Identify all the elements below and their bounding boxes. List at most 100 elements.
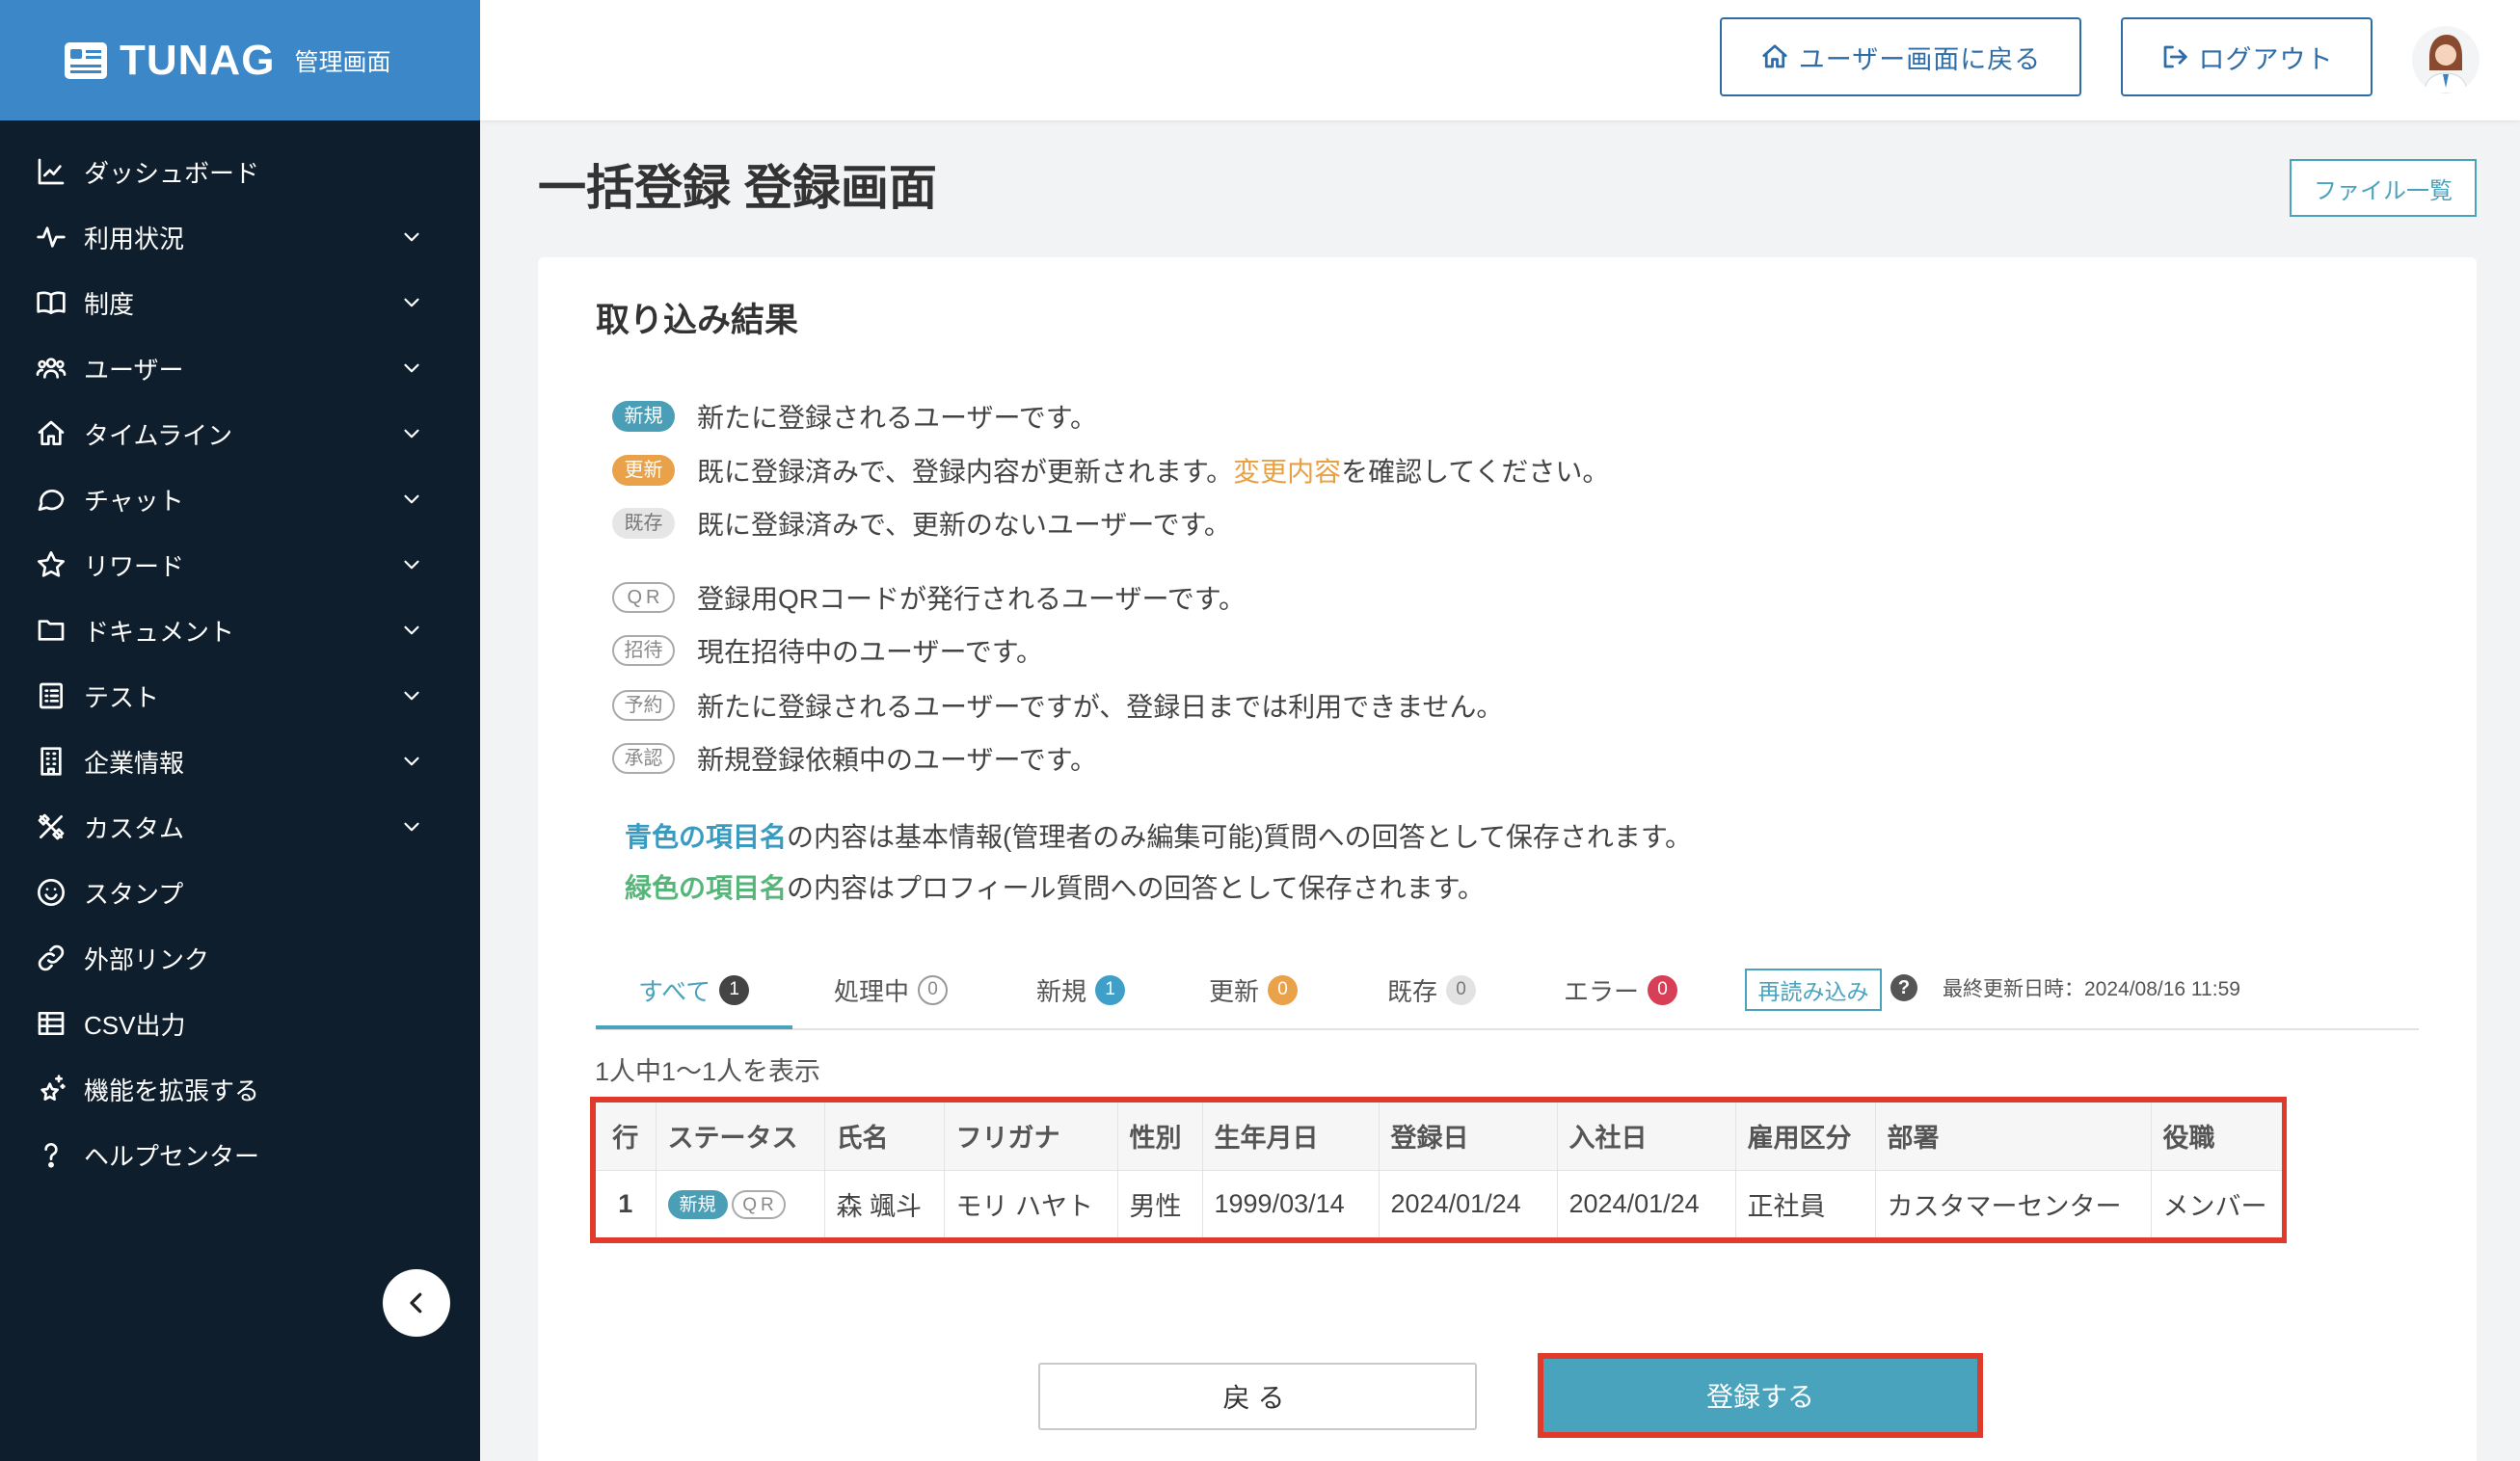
sidebar-item-label: リワード bbox=[84, 551, 185, 581]
activity-icon bbox=[36, 222, 67, 252]
sidebar-collapse-button[interactable] bbox=[383, 1269, 450, 1337]
chat-bubble-icon bbox=[36, 484, 67, 515]
sidebar-item-reward[interactable]: リワード bbox=[0, 532, 480, 598]
last-updated-text: 最終更新日時：2024/08/16 11:59 bbox=[1943, 978, 2240, 1000]
sidebar-item-dashboard[interactable]: ダッシュボード bbox=[0, 139, 480, 204]
tab-label: 更新 bbox=[1209, 976, 1260, 1006]
tools-icon bbox=[36, 811, 67, 842]
cell-department: カスタマーセンター bbox=[1875, 1170, 2152, 1237]
legend-item: 新規 新たに登録されるユーザーです。 bbox=[612, 397, 1097, 436]
sidebar-item-label: ユーザー bbox=[84, 355, 184, 385]
star-icon bbox=[36, 549, 67, 580]
status-badge-qr: QR bbox=[612, 582, 675, 613]
users-icon bbox=[36, 353, 67, 384]
chevron-down-icon bbox=[399, 749, 424, 774]
count-badge: 0 bbox=[1648, 974, 1678, 1005]
back-to-user-screen-button[interactable]: ユーザー画面に戻る bbox=[1720, 17, 2081, 96]
tab-label: 処理中 bbox=[834, 976, 910, 1006]
sidebar-item-documents[interactable]: ドキュメント bbox=[0, 598, 480, 663]
chart-icon bbox=[36, 156, 67, 187]
pagination-summary: 1人中1～1人を表示 bbox=[595, 1057, 821, 1086]
legend-item: 予約 新たに登録されるユーザーですが、登録日までは利用できません。 bbox=[612, 686, 1503, 725]
chevron-down-icon bbox=[399, 356, 424, 381]
column-header-registration-date: 登録日 bbox=[1379, 1102, 1558, 1171]
tab-label: 既存 bbox=[1387, 976, 1438, 1006]
status-badge-existing: 既存 bbox=[612, 508, 675, 539]
chevron-down-icon bbox=[399, 552, 424, 577]
sidebar-item-extensions[interactable]: 機能を拡張する bbox=[0, 1056, 480, 1122]
sidebar-item-usage[interactable]: 利用状況 bbox=[0, 204, 480, 270]
note-text: の内容は基本情報(管理者のみ編集可能)質問への回答として保存されます。 bbox=[787, 822, 1693, 852]
column-header-birthdate: 生年月日 bbox=[1202, 1102, 1380, 1171]
sidebar-item-test[interactable]: テスト bbox=[0, 663, 480, 729]
sidebar-item-stamp[interactable]: スタンプ bbox=[0, 860, 480, 925]
change-details-link[interactable]: 変更内容 bbox=[1233, 451, 1341, 490]
column-header-status: ステータス bbox=[656, 1102, 825, 1171]
sidebar-item-users[interactable]: ユーザー bbox=[0, 335, 480, 401]
sidebar-item-timeline[interactable]: タイムライン bbox=[0, 401, 480, 466]
cell-registration-date: 2024/01/24 bbox=[1379, 1170, 1558, 1237]
help-icon bbox=[36, 1139, 67, 1170]
count-badge: 0 bbox=[1446, 974, 1477, 1005]
tab-existing[interactable]: 既存 0 bbox=[1387, 969, 1477, 1011]
tab-error[interactable]: エラー 0 bbox=[1564, 969, 1678, 1011]
sidebar-nav: ダッシュボード 利用状況 制度 ユーザー タイムライン チャット リワード ドキ… bbox=[0, 139, 480, 1187]
file-list-button[interactable]: ファイル一覧 bbox=[2290, 159, 2477, 217]
sidebar-item-help-center[interactable]: ヘルプセンター bbox=[0, 1122, 480, 1187]
chevron-down-icon bbox=[399, 421, 424, 446]
avatar[interactable] bbox=[2412, 26, 2480, 93]
column-header-position: 役職 bbox=[2151, 1102, 2282, 1171]
green-field-label: 緑色の項目名 bbox=[625, 873, 788, 903]
back-button[interactable]: 戻る bbox=[1038, 1363, 1477, 1430]
register-button[interactable]: 登録する bbox=[1543, 1359, 1977, 1432]
building-icon bbox=[36, 746, 67, 777]
sidebar-item-company-info[interactable]: 企業情報 bbox=[0, 729, 480, 794]
top-bar: ユーザー画面に戻る ログアウト bbox=[480, 0, 2520, 120]
legend-text: 登録用QRコードが発行されるユーザーです。 bbox=[697, 584, 1246, 614]
sidebar-item-label: テスト bbox=[84, 682, 160, 712]
brand-header[interactable]: TUNAG 管理画面 bbox=[0, 0, 480, 120]
back-to-user-screen-label: ユーザー画面に戻る bbox=[1798, 44, 2042, 74]
count-badge: 1 bbox=[1095, 974, 1126, 1005]
table-row: 1 新規 QR 森 颯斗 モリ ハヤト 男性 1999/03/14 2024/01… bbox=[596, 1170, 2282, 1237]
sparkle-icon bbox=[36, 1074, 67, 1104]
chevron-down-icon bbox=[399, 290, 424, 315]
sidebar-item-chat[interactable]: チャット bbox=[0, 466, 480, 532]
status-badge-new: 新規 bbox=[612, 401, 675, 432]
smile-icon bbox=[36, 877, 67, 908]
legend-text: 既に登録済みで、更新のないユーザーです。 bbox=[697, 510, 1231, 540]
tab-update[interactable]: 更新 0 bbox=[1209, 969, 1299, 1011]
logout-button[interactable]: ログアウト bbox=[2121, 17, 2373, 96]
count-badge: 0 bbox=[918, 974, 949, 1005]
tab-all[interactable]: すべて 1 bbox=[638, 969, 750, 1011]
table-icon bbox=[36, 1008, 67, 1039]
cell-birthdate: 1999/03/14 bbox=[1202, 1170, 1380, 1237]
legend-text: 既に登録済みで、登録内容が更新されます。 bbox=[697, 457, 1234, 487]
legend-text-after: を確認してください。 bbox=[1341, 457, 1610, 487]
column-header-employment-type: 雇用区分 bbox=[1735, 1102, 1876, 1171]
status-badge-update: 更新 bbox=[612, 455, 675, 486]
sidebar-item-external-links[interactable]: 外部リンク bbox=[0, 925, 480, 991]
book-icon bbox=[36, 287, 67, 318]
status-badge-invited: 招待 bbox=[612, 635, 675, 666]
column-header-row-number: 行 bbox=[596, 1102, 657, 1171]
sidebar-item-label: ダッシュボード bbox=[84, 158, 260, 188]
sidebar-item-label: CSV出力 bbox=[84, 1010, 186, 1040]
sidebar-item-system[interactable]: 制度 bbox=[0, 270, 480, 335]
cell-name: 森 颯斗 bbox=[824, 1170, 945, 1237]
sidebar-item-csv-export[interactable]: CSV出力 bbox=[0, 991, 480, 1056]
chevron-down-icon bbox=[399, 683, 424, 708]
active-tab-indicator bbox=[596, 1025, 792, 1029]
question-circle-icon[interactable]: ? bbox=[1890, 974, 1917, 1001]
section-heading: 取り込み結果 bbox=[596, 302, 799, 339]
sidebar-item-custom[interactable]: カスタム bbox=[0, 794, 480, 860]
tab-processing[interactable]: 処理中 0 bbox=[834, 969, 949, 1011]
logo-subtitle: 管理画面 bbox=[294, 48, 391, 76]
cell-position: メンバー bbox=[2151, 1170, 2282, 1237]
column-header-gender: 性別 bbox=[1117, 1102, 1203, 1171]
reload-button[interactable]: 再読み込み bbox=[1745, 969, 1882, 1011]
sidebar: TUNAG 管理画面 ダッシュボード 利用状況 制度 ユーザー タイムライン チ… bbox=[0, 0, 480, 1461]
status-badge-reserved: 予約 bbox=[612, 690, 675, 721]
cell-furigana: モリ ハヤト bbox=[944, 1170, 1118, 1237]
tab-new[interactable]: 新規 1 bbox=[1036, 969, 1126, 1011]
